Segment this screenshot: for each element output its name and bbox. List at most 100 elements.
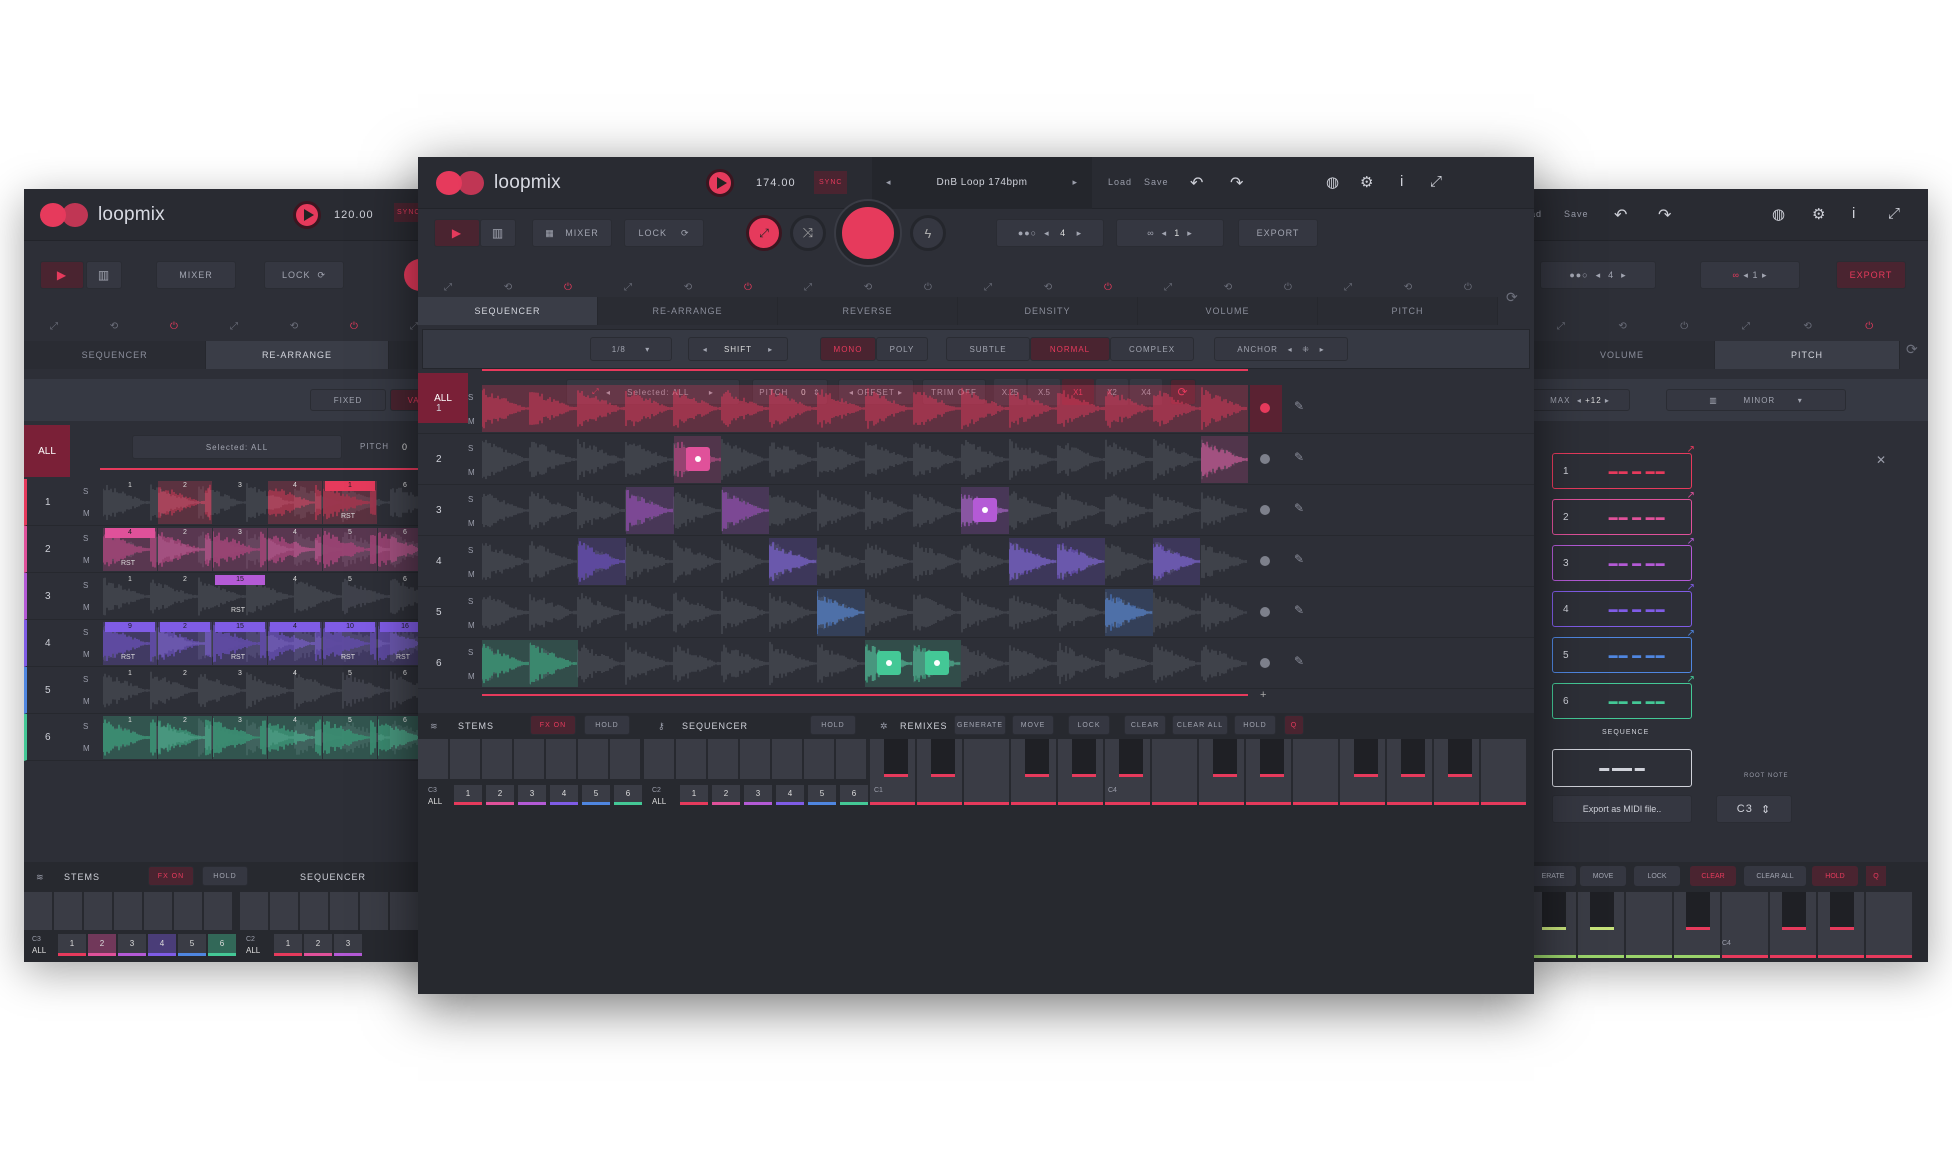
reset-icon[interactable]: ⟳ (1506, 289, 1518, 306)
step-chip[interactable]: 10 (325, 622, 375, 632)
sequencer-key[interactable]: 1 (274, 934, 302, 956)
sequencer-key[interactable]: 6 (840, 785, 868, 805)
stem-key[interactable]: 4 (148, 934, 176, 956)
mute-button[interactable]: M (83, 744, 90, 753)
pitch-pattern[interactable]: 4 ▬▬ ▬ ▬▬ ↗ (1552, 582, 1695, 627)
solo-button[interactable]: S (83, 628, 88, 637)
step-chip[interactable]: 2 (160, 481, 210, 491)
stem-key[interactable]: 3 (518, 785, 546, 805)
mono-button[interactable]: MONO (820, 337, 876, 361)
arrow-icon[interactable]: ↗ (1687, 490, 1695, 501)
redo-icon[interactable]: ↷ (1658, 205, 1672, 225)
sequence-box[interactable]: ▬ ▬▬ ▬ (1552, 749, 1692, 787)
expand-icon[interactable]: ⤢ (1888, 205, 1901, 222)
arrow-icon[interactable]: ↗ (1687, 536, 1695, 547)
anchor-stepper[interactable]: ANCHOR ◂ ⁜ ▸ (1214, 337, 1348, 361)
step-cell[interactable] (721, 487, 770, 534)
eraser-icon[interactable]: ✎ (1294, 603, 1304, 617)
export-button[interactable]: EXPORT (1836, 261, 1906, 289)
stem-key[interactable]: 3 (118, 934, 146, 956)
piano-key[interactable] (24, 892, 52, 930)
bpm-display[interactable]: 174.00 (756, 177, 796, 189)
hold-button[interactable]: HOLD (202, 866, 248, 886)
reset-icon[interactable]: ⟳ (1906, 341, 1918, 358)
piano-key[interactable] (144, 892, 172, 930)
left-waveform-area[interactable]: 123456 (102, 716, 444, 759)
fixed-button[interactable]: FIXED (310, 389, 386, 411)
step-chip[interactable]: 1 (105, 575, 155, 585)
piano-key[interactable] (114, 892, 142, 930)
tab-volume[interactable]: VOLUME (1530, 341, 1715, 369)
remix-white-key[interactable] (1481, 739, 1526, 805)
lightning-icon[interactable]: ϟ (910, 215, 946, 251)
mute-button[interactable]: M (468, 417, 475, 426)
arrow-icon[interactable]: ↗ (1687, 582, 1695, 593)
solo-button[interactable]: S (468, 648, 473, 657)
eraser-icon[interactable]: ✎ (1294, 399, 1304, 413)
piano-key[interactable] (418, 739, 448, 779)
left-waveform-area[interactable]: 4 2 3 4 5 6 RST (102, 528, 444, 571)
hold-button[interactable]: HOLD (584, 715, 630, 735)
active-step[interactable] (973, 498, 997, 522)
solo-button[interactable]: S (83, 581, 88, 590)
all-key-label[interactable]: ALL (246, 946, 260, 955)
pitch-pattern[interactable]: 1 ▬▬ ▬ ▬▬ ↗ (1552, 444, 1695, 489)
pitch-pattern[interactable]: 6 ▬▬ ▬ ▬▬ ↗ (1552, 674, 1695, 719)
mute-button[interactable]: M (83, 556, 90, 565)
info-icon[interactable]: i (1852, 205, 1856, 222)
piano-key[interactable] (240, 892, 268, 930)
step-chip[interactable]: 1 (105, 669, 155, 679)
pitch-pattern[interactable]: 2 ▬▬ ▬ ▬▬ ↗ (1552, 490, 1695, 535)
bottom-button[interactable]: MOVE (1580, 866, 1626, 886)
left-waveform-area[interactable]: 1 2 3 4 1 6 RST (102, 481, 444, 524)
solo-button[interactable]: S (83, 534, 88, 543)
step-chip[interactable]: 4 (270, 716, 320, 726)
step-chip[interactable]: 15 (215, 575, 265, 585)
shuffle-icon[interactable]: ⤨ (790, 215, 826, 251)
info-icon[interactable]: i (1400, 173, 1404, 190)
normal-button[interactable]: NORMAL (1030, 337, 1110, 361)
right-keyboard[interactable]: C4 (1530, 892, 1928, 962)
mute-button[interactable]: M (83, 650, 90, 659)
solo-button[interactable]: S (83, 675, 88, 684)
max-stepper[interactable]: MAX ◂ +12 ▸ (1530, 389, 1630, 411)
remix-black-key[interactable] (1401, 739, 1425, 777)
step-cell[interactable] (769, 538, 818, 585)
root-note-stepper[interactable]: C3 ⇕ (1716, 795, 1792, 823)
load-button[interactable]: Load (1108, 177, 1132, 187)
generate-button[interactable]: GENERATE (954, 715, 1006, 735)
play-button[interactable] (706, 169, 734, 197)
piano-key[interactable] (174, 892, 202, 930)
solo-button[interactable]: S (468, 444, 473, 453)
mute-button[interactable]: M (468, 519, 475, 528)
piano-key[interactable] (450, 739, 480, 779)
remix-black-key[interactable] (1354, 739, 1378, 777)
active-step[interactable] (877, 651, 902, 675)
step-chip[interactable]: 1 (325, 481, 375, 491)
piano-key[interactable] (54, 892, 82, 930)
piano-icon[interactable]: ▥ (86, 261, 122, 289)
sequencer-key[interactable]: 5 (808, 785, 836, 805)
scale-dropdown[interactable]: ▥ MINOR ▾ (1666, 389, 1846, 411)
active-step[interactable] (685, 447, 710, 471)
left-waveform-area[interactable]: 123456 (102, 669, 444, 712)
tab-volume[interactable]: VOLUME (1138, 297, 1318, 325)
tab-reverse[interactable]: REVERSE (778, 297, 958, 325)
remix-white-key[interactable] (964, 739, 1009, 805)
piano-key[interactable] (514, 739, 544, 779)
black-key[interactable] (1830, 892, 1854, 930)
all-button[interactable]: ALL (24, 425, 70, 477)
lane-waveform-area[interactable] (481, 589, 1248, 636)
lock-button-2[interactable]: LOCK (1068, 715, 1110, 735)
step-chip[interactable]: 5 (325, 528, 375, 538)
piano-key[interactable] (360, 892, 388, 930)
poly-button[interactable]: POLY (876, 337, 928, 361)
remix-black-key[interactable] (1025, 739, 1049, 777)
step-chip[interactable]: 3 (215, 669, 265, 679)
sequencer-key[interactable]: 3 (334, 934, 362, 956)
piano-key[interactable] (84, 892, 112, 930)
mute-button[interactable]: M (83, 603, 90, 612)
step-chip[interactable]: 4 (270, 669, 320, 679)
lane-lock-icon[interactable] (1260, 505, 1270, 515)
step-chip[interactable]: 4 (105, 528, 155, 538)
